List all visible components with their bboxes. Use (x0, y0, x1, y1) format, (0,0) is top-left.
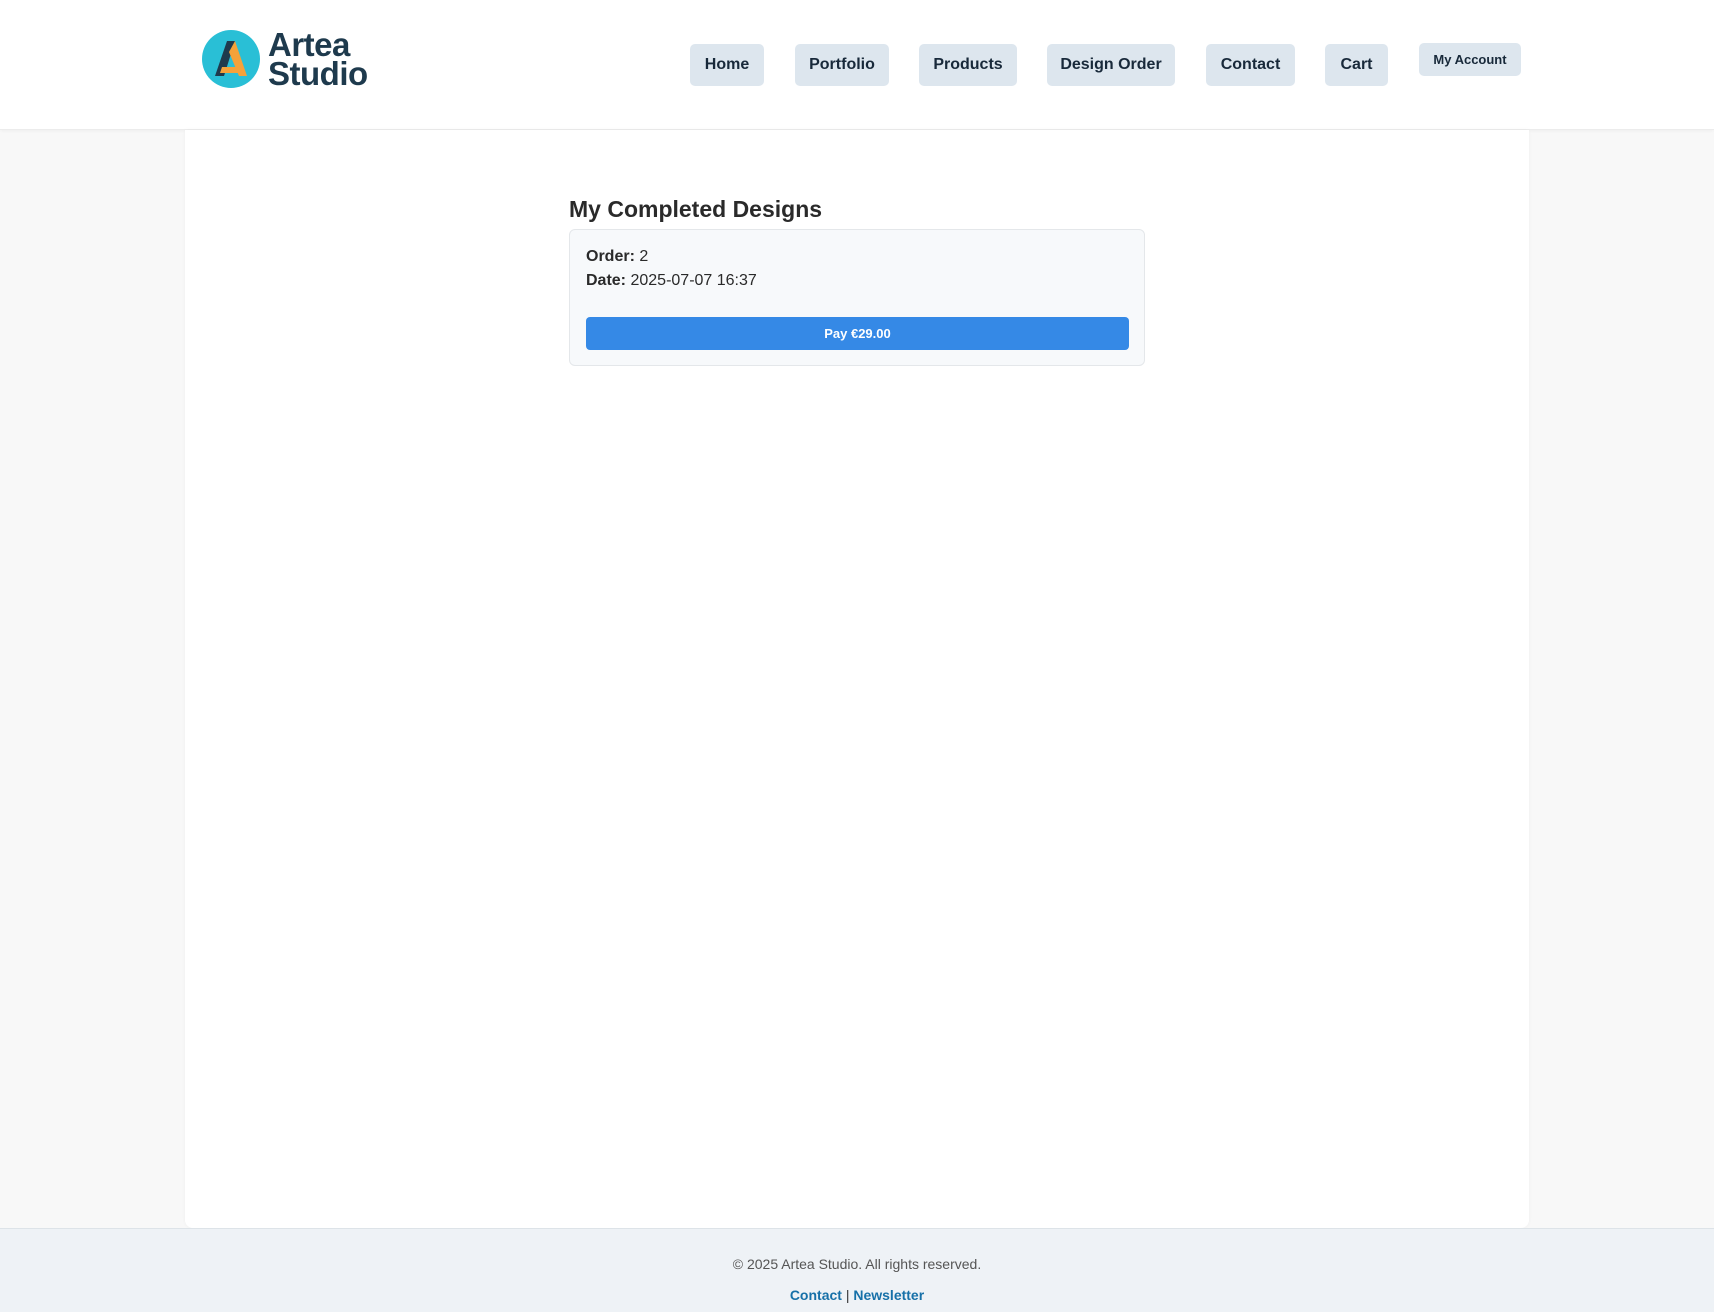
nav-cart-button[interactable]: Cart (1325, 44, 1388, 86)
footer-newsletter-link[interactable]: Newsletter (853, 1287, 924, 1303)
completed-design-card: Order: 2 Date: 2025-07-07 16:37 Pay €29.… (569, 229, 1145, 366)
nav-my-account-button[interactable]: My Account (1419, 43, 1521, 76)
footer-copyright: © 2025 Artea Studio. All rights reserved… (732, 1256, 982, 1272)
nav-contact-button[interactable]: Contact (1206, 44, 1295, 86)
order-date-label: Date: (586, 272, 627, 289)
page-title: My Completed Designs (569, 196, 823, 222)
footer-links: Contact | Newsletter (0, 1287, 1714, 1303)
nav-home-button[interactable]: Home (690, 44, 764, 86)
footer-separator: | (845, 1287, 850, 1303)
main-nav: Home Portfolio Products Design Order Con… (0, 43, 1714, 86)
site-header: Artea Studio Home Portfolio Products Des… (0, 0, 1714, 130)
nav-portfolio-button[interactable]: Portfolio (795, 44, 889, 86)
footer-contact-link[interactable]: Contact (790, 1287, 842, 1303)
order-number-row: Order: 2 (586, 248, 648, 266)
nav-products-button[interactable]: Products (919, 44, 1017, 86)
order-number-label: Order: (586, 248, 635, 265)
order-date-row: Date: 2025-07-07 16:37 (586, 272, 757, 290)
order-number-value: 2 (639, 248, 649, 265)
site-footer: © 2025 Artea Studio. All rights reserved… (0, 1228, 1714, 1312)
pay-button[interactable]: Pay €29.00 (586, 317, 1129, 350)
nav-design-order-button[interactable]: Design Order (1047, 44, 1175, 86)
order-date-value: 2025-07-07 16:37 (630, 272, 757, 289)
